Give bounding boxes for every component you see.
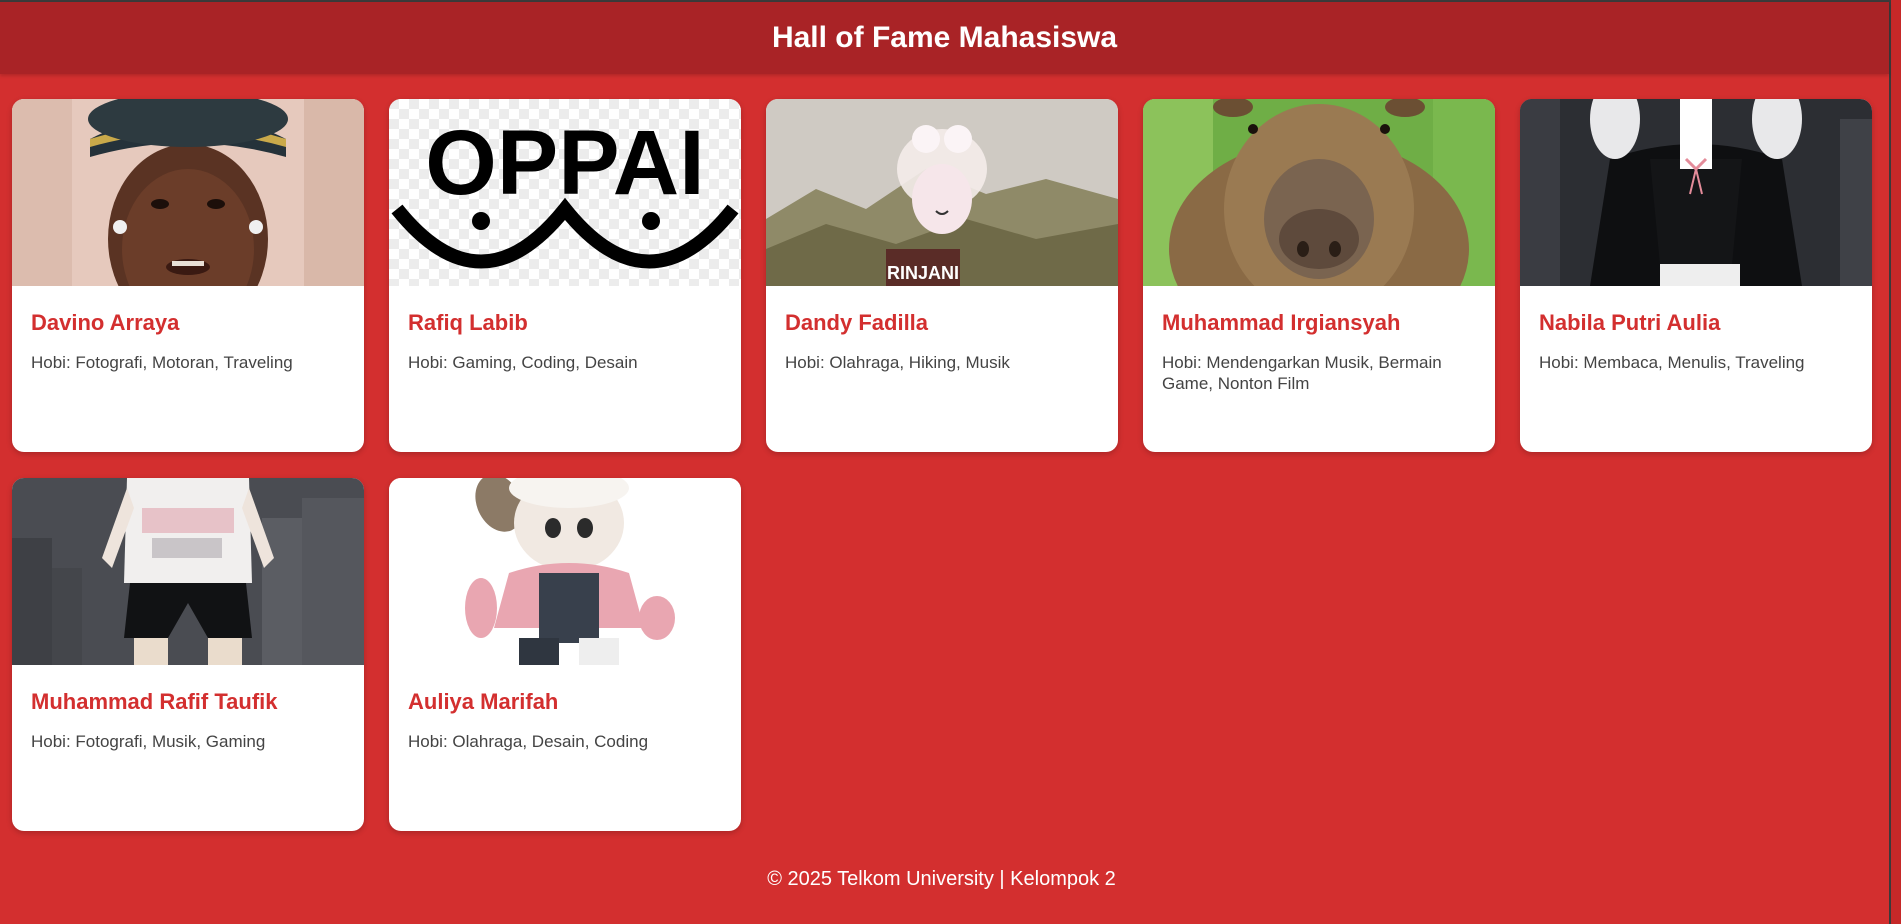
- student-photo: OPPAI: [389, 99, 741, 286]
- student-hobby: Hobi: Olahraga, Desain, Coding: [408, 732, 649, 751]
- student-hobby: Hobi: Membaca, Menulis, Traveling: [1539, 353, 1805, 372]
- svg-text:RINJANI: RINJANI: [887, 263, 959, 283]
- student-name: Muhammad Rafif Taufik: [31, 689, 278, 714]
- page-title: Hall of Fame Mahasiswa: [771, 21, 1118, 54]
- student-card: Nabila Putri Aulia Hobi: Membaca, Menuli…: [1520, 99, 1872, 452]
- student-photo: RINJANI: [766, 99, 1118, 286]
- student-card: Muhammad Rafif Taufik Hobi: Fotografi, M…: [12, 478, 364, 831]
- page-footer: © 2025 Telkom University | Kelompok 2: [767, 868, 1116, 890]
- student-name: Davino Arraya: [31, 310, 180, 335]
- student-hobby: Hobi: Fotografi, Musik, Gaming: [31, 732, 266, 751]
- student-name: Muhammad Irgiansyah: [1162, 310, 1401, 335]
- scrollbar-track[interactable]: [1889, 0, 1901, 924]
- student-card: Davino Arraya Hobi: Fotografi, Motoran, …: [12, 99, 364, 452]
- page-header: Hall of Fame Mahasiswa: [0, 2, 1889, 74]
- student-card: Auliya Marifah Hobi: Olahraga, Desain, C…: [389, 478, 741, 831]
- student-hobby: Hobi: Mendengarkan Musik, Bermain Game, …: [1162, 353, 1442, 393]
- student-card: RINJANI Dandy Fadilla Hobi: Olahraga, Hi…: [766, 99, 1118, 452]
- student-card: OPPAI Rafiq Labib Hobi: Gaming, Coding, …: [389, 99, 741, 452]
- student-name: Nabila Putri Aulia: [1539, 310, 1721, 335]
- student-photo: [12, 478, 364, 665]
- student-photo: [12, 99, 364, 286]
- student-photo: [389, 478, 741, 665]
- student-photo: [1143, 99, 1495, 286]
- student-name: Auliya Marifah: [408, 689, 559, 714]
- student-name: Dandy Fadilla: [785, 310, 929, 335]
- student-hobby: Hobi: Fotografi, Motoran, Traveling: [31, 353, 293, 372]
- student-photo: [1520, 99, 1872, 286]
- student-card: Muhammad Irgiansyah Hobi: Mendengarkan M…: [1143, 99, 1495, 452]
- student-name: Rafiq Labib: [408, 310, 528, 335]
- student-hobby: Hobi: Olahraga, Hiking, Musik: [785, 353, 1010, 372]
- student-hobby: Hobi: Gaming, Coding, Desain: [408, 353, 638, 372]
